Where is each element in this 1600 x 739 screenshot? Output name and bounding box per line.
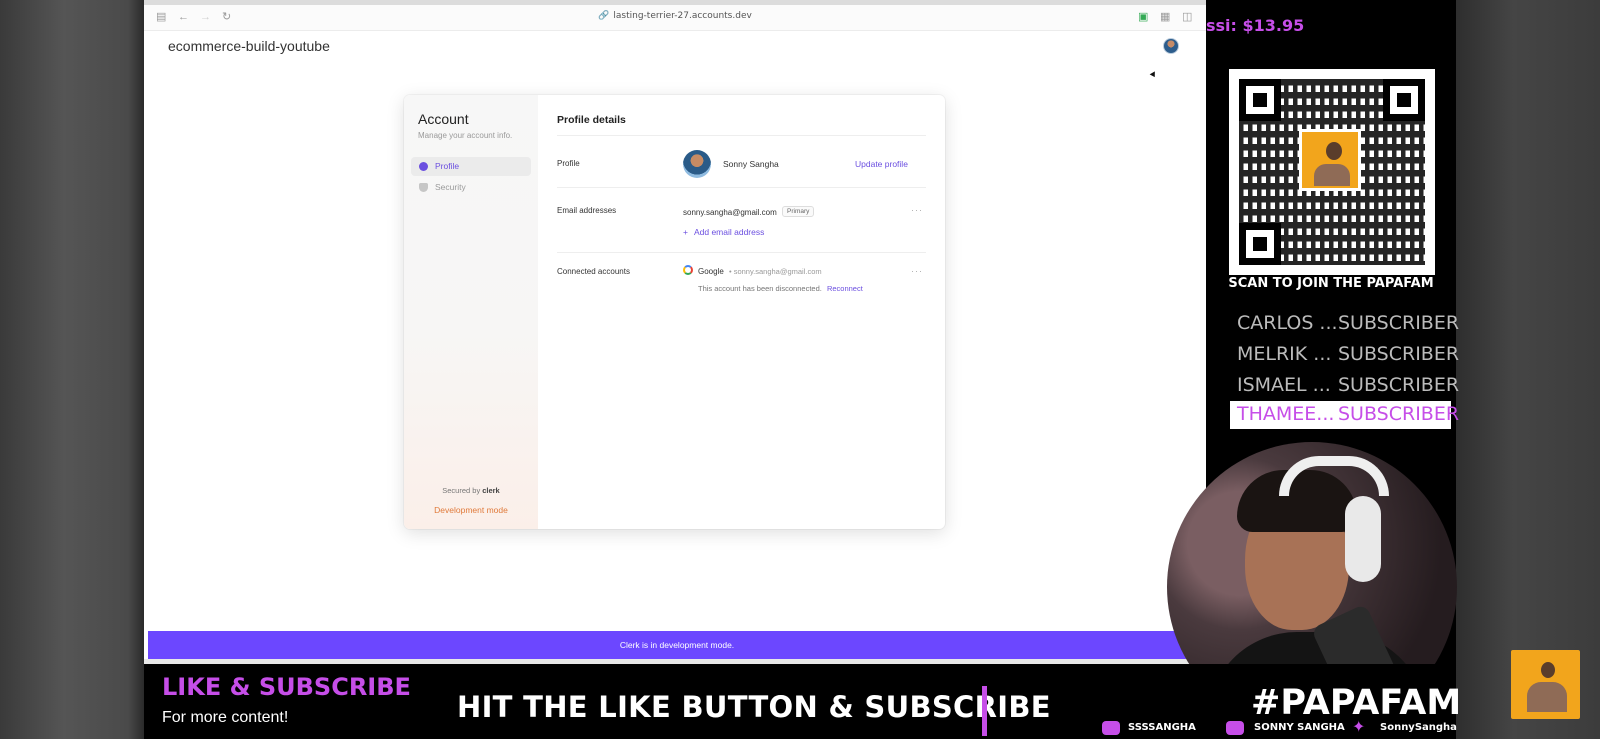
user-avatar[interactable] — [1163, 38, 1179, 54]
user-icon — [419, 162, 428, 171]
profile-avatar — [683, 150, 711, 178]
subscriber-row: CARLOS ... SUBSCRIBER — [1230, 310, 1459, 338]
browser-window: ▤ ← → ↻ 🔗 lasting-terrier-27.accounts.dev… — [144, 0, 1206, 664]
qr-finder — [1239, 79, 1281, 121]
split-view-icon[interactable]: ◫ — [1182, 10, 1192, 24]
account-card: Account Manage your account info. Profil… — [404, 95, 945, 529]
connected-accounts-label: Connected accounts — [557, 267, 630, 276]
profile-name: Sonny Sangha — [723, 159, 779, 169]
update-profile-button[interactable]: Update profile — [855, 159, 908, 169]
hit-like-banner: HIT THE LIKE BUTTON & SUBSCRIBE — [457, 690, 1051, 724]
sidebar-item-label: Profile — [435, 161, 460, 171]
youtube-handle: SONNY SANGHA — [1254, 722, 1345, 733]
provider-name: Google — [698, 267, 724, 276]
development-mode-label: Development mode — [434, 505, 508, 515]
reconnect-link[interactable]: Reconnect — [827, 284, 863, 293]
primary-badge: Primary — [782, 206, 815, 217]
disconnected-message: This account has been disconnected. Reco… — [698, 284, 863, 293]
link-icon: 🔗 — [598, 11, 610, 21]
app-title: ecommerce-build-youtube — [168, 38, 330, 54]
reader-icon[interactable]: ▦ — [1160, 10, 1170, 24]
qr-caption: SCAN TO JOIN THE PAPAFAM — [1228, 276, 1434, 291]
subscriber-tier: SUBSCRIBER — [1338, 312, 1460, 334]
subscriber-name: THAMEE... — [1237, 403, 1335, 425]
google-icon — [683, 265, 693, 275]
instagram-icon — [1102, 721, 1120, 735]
browser-toolbar: ▤ ← → ↻ 🔗 lasting-terrier-27.accounts.dev… — [144, 5, 1206, 31]
subscriber-name: ISMAEL ... — [1237, 374, 1331, 396]
subscriber-tier: SUBSCRIBER — [1338, 374, 1460, 396]
subscriber-row: MELRIK ... SUBSCRIBER — [1230, 341, 1459, 369]
qr-finder — [1239, 223, 1281, 265]
subscriber-name: CARLOS ... — [1237, 312, 1338, 334]
youtube-icon — [1226, 721, 1244, 735]
email-more-menu-icon[interactable]: ··· — [911, 205, 923, 215]
account-subtitle: Manage your account info. — [418, 131, 513, 140]
disconnected-text: This account has been disconnected. — [698, 284, 822, 293]
account-title: Account — [418, 111, 469, 127]
secured-label: Secured by — [442, 486, 481, 495]
subscriber-row-highlighted: THAMEE... SUBSCRIBER — [1230, 401, 1459, 429]
clerk-logo: clerk — [482, 486, 500, 495]
hashtag-label: #PAPAFAM — [1251, 683, 1462, 723]
twitter-icon: ✦ — [1352, 719, 1366, 736]
twitter-handle: SonnySangha — [1380, 722, 1457, 733]
email-label: Email addresses — [557, 206, 617, 215]
plus-icon: + — [683, 227, 688, 237]
connected-more-menu-icon[interactable]: ··· — [911, 266, 923, 276]
sidebar-item-label: Security — [435, 182, 466, 192]
mascot-icon — [1511, 650, 1580, 719]
account-sidebar: Account Manage your account info. Profil… — [404, 95, 538, 529]
subscriber-name: MELRIK ... — [1237, 343, 1332, 365]
url-text: lasting-terrier-27.accounts.dev — [613, 11, 752, 21]
text-caret — [982, 686, 987, 736]
sidebar-item-profile[interactable]: Profile — [411, 157, 531, 176]
qr-finder — [1383, 79, 1425, 121]
email-address: sonny.sangha@gmail.com — [683, 208, 777, 217]
profile-label: Profile — [557, 159, 580, 168]
mouse-cursor-icon — [1149, 71, 1158, 79]
add-email-button[interactable]: + Add email address — [683, 227, 764, 237]
shield-icon — [419, 183, 428, 192]
sidebar-item-security[interactable]: Security — [411, 178, 531, 197]
donation-ticker: ssi: $13.95 — [1206, 16, 1305, 35]
qr-code — [1229, 69, 1435, 275]
address-bar[interactable]: 🔗 lasting-terrier-27.accounts.dev — [144, 11, 1206, 21]
dev-mode-banner: Clerk is in development mode. — [148, 631, 1206, 659]
divider — [557, 187, 926, 188]
profile-details-section: Profile details Profile Sonny Sangha Upd… — [538, 95, 945, 529]
section-title: Profile details — [557, 114, 626, 126]
extension-icon[interactable]: ▣ — [1138, 10, 1148, 24]
add-email-label: Add email address — [693, 227, 765, 237]
divider — [557, 135, 926, 136]
secured-by-clerk[interactable]: Secured by clerk — [404, 486, 538, 495]
subscriber-row: ISMAEL ... SUBSCRIBER — [1230, 372, 1459, 400]
subscriber-tier: SUBSCRIBER — [1338, 343, 1460, 365]
subscriber-tier: SUBSCRIBER — [1338, 403, 1460, 425]
instagram-handle: SSSSANGHA — [1128, 722, 1196, 733]
like-subscribe-title: LIKE & SUBSCRIBE — [162, 673, 411, 701]
provider-email: • sonny.sangha@gmail.com — [729, 267, 822, 276]
divider — [557, 252, 926, 253]
like-subscribe-subtitle: For more content! — [162, 709, 289, 726]
mascot-logo-icon — [1299, 129, 1361, 191]
background-right — [1456, 0, 1600, 739]
